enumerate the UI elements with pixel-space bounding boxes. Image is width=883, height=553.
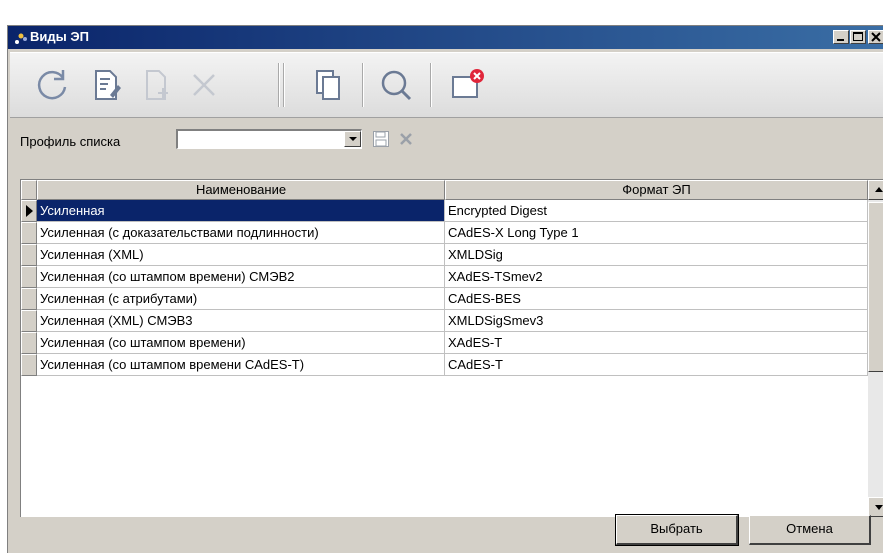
title-bar[interactable]: Виды ЭП xyxy=(8,26,883,49)
row-indicator[interactable] xyxy=(21,266,37,288)
cell-format[interactable]: XAdES-TSmev2 xyxy=(445,266,868,288)
select-button[interactable]: Выбрать xyxy=(615,514,739,546)
toolbar-separator xyxy=(430,63,432,107)
row-indicator[interactable] xyxy=(21,354,37,376)
scroll-up-button[interactable] xyxy=(868,180,883,200)
cell-format[interactable]: CAdES-X Long Type 1 xyxy=(445,222,868,244)
clear-icon[interactable] xyxy=(398,131,414,147)
dialog-window: Виды ЭП Профиль списка Наименование Форм… xyxy=(7,25,883,553)
row-indicator-header xyxy=(21,180,37,200)
cell-name[interactable]: Усиленная xyxy=(37,200,445,222)
scroll-down-button[interactable] xyxy=(868,497,883,517)
cell-format[interactable]: XAdES-T xyxy=(445,332,868,354)
cell-format[interactable]: Encrypted Digest xyxy=(445,200,868,222)
row-indicator[interactable] xyxy=(21,244,37,266)
close-button[interactable] xyxy=(868,30,883,44)
column-header-name[interactable]: Наименование xyxy=(37,180,445,200)
toolbar xyxy=(10,52,883,118)
toolbar-separator xyxy=(283,63,285,107)
data-grid: Наименование Формат ЭП Усиленная Encrypte… xyxy=(20,179,883,517)
minimize-button[interactable] xyxy=(833,30,849,44)
save-icon[interactable] xyxy=(372,130,390,148)
profile-combo[interactable] xyxy=(176,129,362,149)
cell-name[interactable]: Усиленная (с атрибутами) xyxy=(37,288,445,310)
cancel-button[interactable]: Отмена xyxy=(749,515,871,545)
app-icon xyxy=(13,30,29,46)
cell-name[interactable]: Усиленная (со штампом времени CAdES-T) xyxy=(37,354,445,376)
column-header-format[interactable]: Формат ЭП xyxy=(445,180,868,200)
toolbar-separator xyxy=(278,63,280,107)
profile-bar: Профиль списка xyxy=(8,117,883,163)
row-indicator[interactable] xyxy=(21,200,37,222)
scroll-thumb[interactable] xyxy=(868,202,883,372)
row-indicator[interactable] xyxy=(21,288,37,310)
delete-icon[interactable] xyxy=(184,65,224,105)
row-indicator[interactable] xyxy=(21,332,37,354)
refresh-icon[interactable] xyxy=(32,65,72,105)
cell-name[interactable]: Усиленная (XML) СМЭВ3 xyxy=(37,310,445,332)
cell-name[interactable]: Усиленная (с доказательствами подлинност… xyxy=(37,222,445,244)
cell-format[interactable]: XMLDSig xyxy=(445,244,868,266)
row-indicator[interactable] xyxy=(21,222,37,244)
profile-label: Профиль списка xyxy=(20,134,121,149)
vertical-scrollbar[interactable] xyxy=(868,180,883,517)
maximize-button[interactable] xyxy=(850,30,866,44)
toolbar-separator xyxy=(362,63,364,107)
cell-name[interactable]: Усиленная (со штампом времени) xyxy=(37,332,445,354)
window-title: Виды ЭП xyxy=(30,29,89,44)
edit-icon[interactable] xyxy=(86,65,126,105)
search-icon[interactable] xyxy=(376,65,416,105)
cell-format[interactable]: CAdES-BES xyxy=(445,288,868,310)
cell-name[interactable]: Усиленная (со штампом времени) СМЭВ2 xyxy=(37,266,445,288)
row-indicator[interactable] xyxy=(21,310,37,332)
close-window-icon[interactable] xyxy=(448,65,488,105)
copy-icon[interactable] xyxy=(308,65,348,105)
chevron-down-icon[interactable] xyxy=(344,131,361,147)
current-row-arrow-icon xyxy=(26,205,33,217)
new-document-icon[interactable] xyxy=(136,65,176,105)
cell-format[interactable]: CAdES-T xyxy=(445,354,868,376)
cell-format[interactable]: XMLDSigSmev3 xyxy=(445,310,868,332)
cell-name[interactable]: Усиленная (XML) xyxy=(37,244,445,266)
